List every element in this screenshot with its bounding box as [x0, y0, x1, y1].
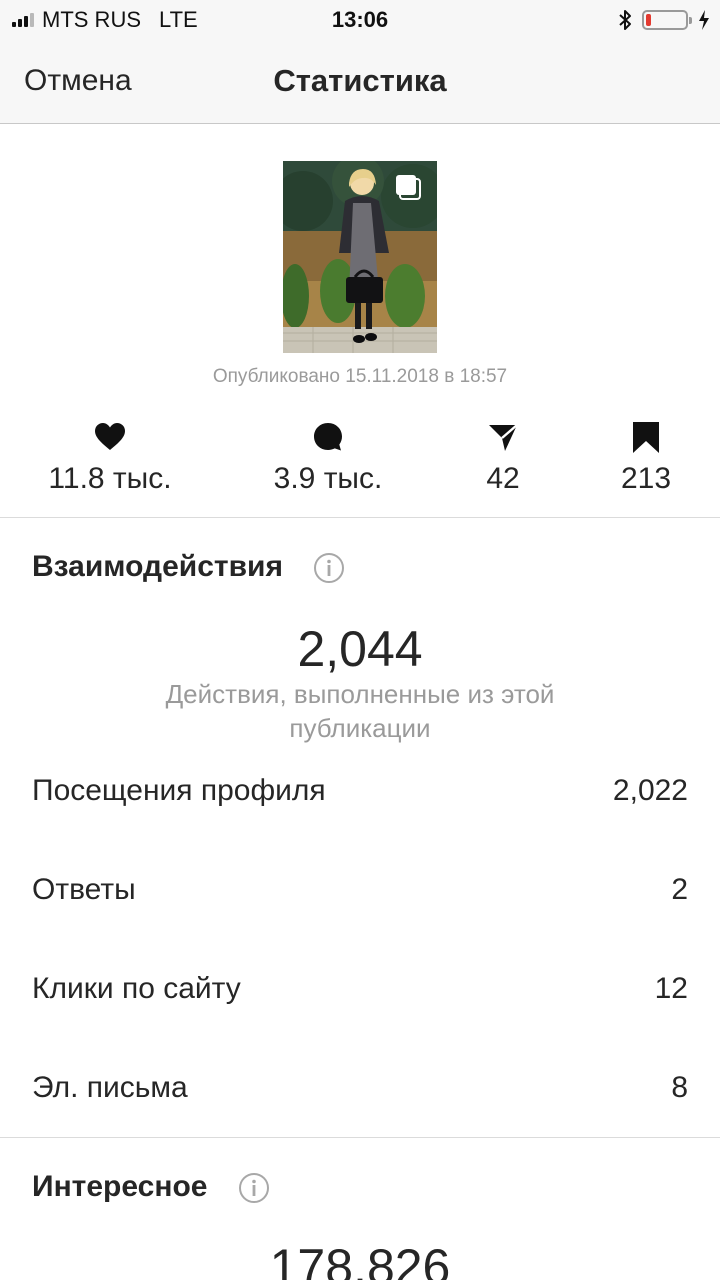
saves-count: 213: [620, 462, 672, 495]
multiple-posts-icon: [396, 175, 421, 200]
heart-icon: [95, 423, 125, 450]
stat-value: 8: [671, 1071, 688, 1104]
likes-metric: 11.8 тыс.: [20, 420, 200, 496]
comments-count: 3.9 тыс.: [273, 462, 383, 495]
divider: [0, 517, 720, 518]
stat-value: 2,022: [612, 774, 688, 807]
charging-bolt-icon: [699, 10, 709, 30]
published-date: Опубликовано 15.11.2018 в 18:57: [212, 366, 508, 387]
comments-metric: 3.9 тыс.: [238, 420, 418, 496]
discovery-info-icon[interactable]: [238, 1172, 270, 1204]
saves-metric: 213: [556, 420, 720, 496]
stat-value: 2: [671, 873, 688, 906]
interactions-info-icon[interactable]: [313, 552, 345, 584]
stat-row-profile-visits: Посещения профиля 2,022: [0, 762, 720, 822]
status-time: 13:06: [331, 7, 389, 32]
interactions-total: 2,044: [297, 621, 423, 677]
bookmark-icon: [633, 422, 659, 453]
battery-level: [646, 14, 651, 26]
stat-row-emails: Эл. письма 8: [0, 1059, 720, 1119]
share-icon: [489, 424, 518, 451]
discovery-total: 178,826: [269, 1239, 451, 1280]
insights-screen: MTS RUS LTE 13:06 Отмена Статистика Опуб…: [0, 0, 720, 1280]
page-title: Статистика: [273, 63, 447, 98]
stat-row-replies: Ответы 2: [0, 861, 720, 921]
post-thumbnail[interactable]: [283, 161, 437, 353]
post-metrics: 11.8 тыс. 3.9 тыс. 42 213: [0, 420, 720, 516]
bluetooth-icon: [619, 10, 631, 30]
navigation-bar: Отмена Статистика: [0, 40, 720, 124]
likes-count: 11.8 тыс.: [48, 462, 172, 495]
stat-label: Эл. письма: [32, 1071, 188, 1104]
interactions-caption: Действия, выполненные из этой публикации: [165, 679, 555, 743]
stat-label: Клики по сайту: [32, 972, 241, 1005]
stat-value: 12: [654, 972, 688, 1005]
divider: [0, 1137, 720, 1138]
status-bar: MTS RUS LTE 13:06: [0, 0, 720, 40]
battery-icon: [642, 10, 692, 30]
status-right: [618, 8, 710, 32]
interactions-title: Взаимодействия: [32, 550, 283, 583]
stat-label: Ответы: [32, 873, 136, 906]
stat-label: Посещения профиля: [32, 774, 326, 807]
stat-row-website-clicks: Клики по сайту 12: [0, 960, 720, 1020]
discovery-title: Интересное: [32, 1170, 208, 1203]
comment-icon: [314, 423, 342, 451]
